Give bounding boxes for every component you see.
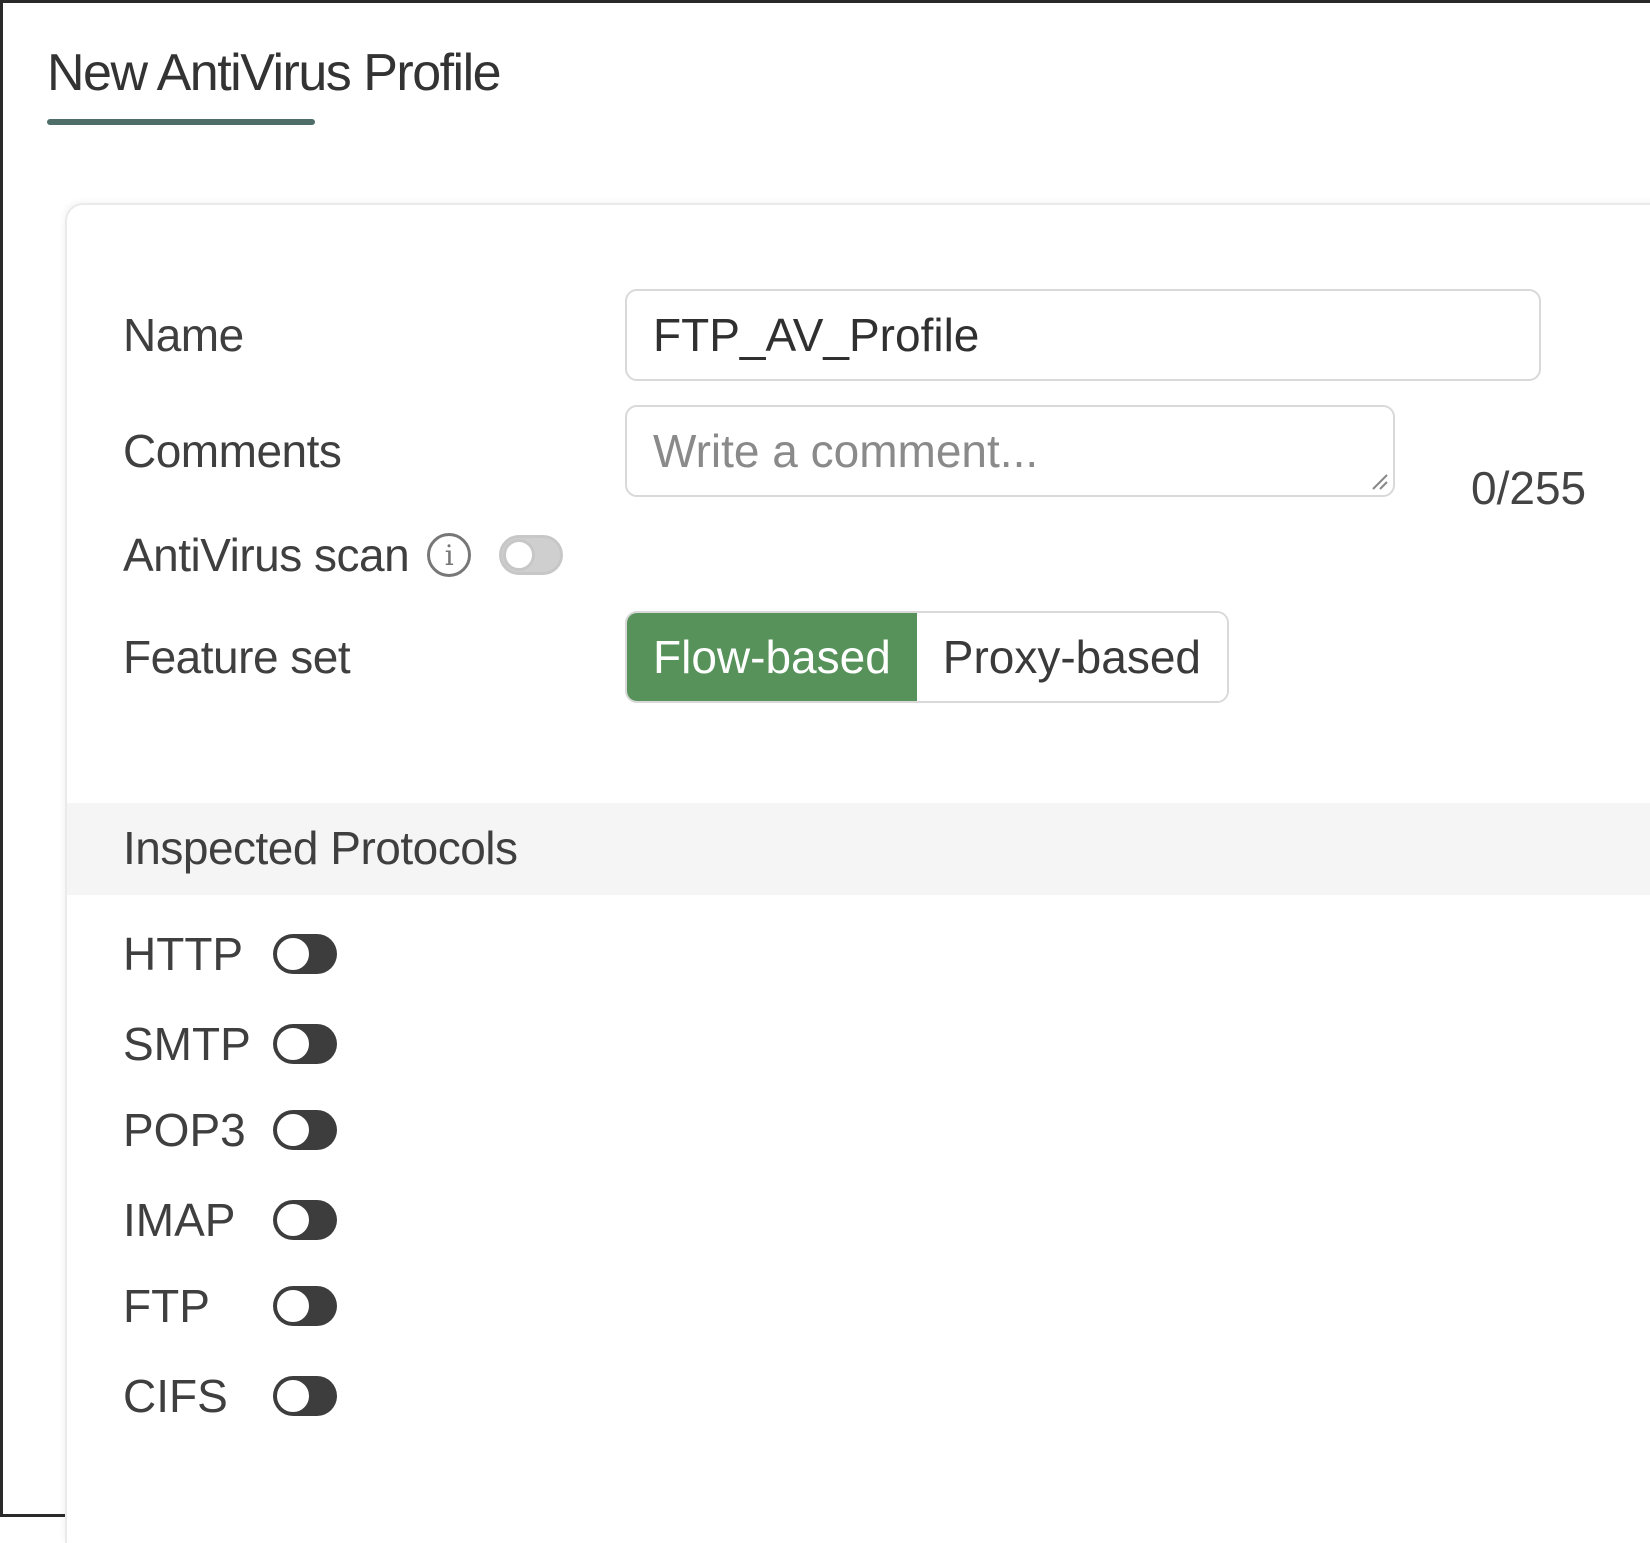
comments-textarea[interactable]: Write a comment...: [625, 405, 1395, 497]
av-scan-row: AntiVirus scan i: [123, 527, 564, 583]
inspected-protocols-title: Inspected Protocols: [123, 822, 518, 874]
comments-counter: 0/255: [1471, 462, 1587, 514]
ftp-toggle[interactable]: [273, 1286, 337, 1326]
feature-set-segmented-control: Flow-based Proxy-based: [625, 611, 1230, 703]
proxy-based-option[interactable]: Proxy-based: [916, 613, 1228, 701]
comments-field-col: Write a comment... 0/255: [625, 405, 1586, 514]
protocol-row-smtp: SMTP: [123, 1017, 337, 1071]
flow-based-option[interactable]: Flow-based: [627, 613, 917, 701]
protocol-row-imap: IMAP: [123, 1193, 337, 1247]
imap-toggle[interactable]: [273, 1200, 337, 1240]
protocol-label: POP3: [123, 1104, 246, 1156]
cifs-toggle[interactable]: [273, 1376, 337, 1416]
feature-set-label: Feature set: [123, 631, 351, 683]
resize-grip-icon[interactable]: [1367, 469, 1389, 491]
inspected-protocols-header: Inspected Protocols: [67, 803, 1650, 895]
name-input[interactable]: FTP_AV_Profile: [625, 289, 1541, 381]
protocol-row-cifs: CIFS: [123, 1369, 337, 1423]
http-toggle[interactable]: [273, 934, 337, 974]
name-label: Name: [123, 309, 244, 361]
comments-row: Comments: [123, 405, 342, 497]
av-scan-toggle[interactable]: [499, 535, 564, 575]
protocol-label: FTP: [123, 1280, 210, 1332]
name-row: Name: [123, 289, 244, 381]
title-underline: [47, 119, 315, 125]
smtp-toggle[interactable]: [273, 1024, 337, 1064]
toggle-knob: [274, 1201, 312, 1239]
form-panel: Name FTP_AV_Profile Comments Write a com…: [65, 203, 1650, 1543]
page-header: New AntiVirus Profile: [47, 41, 502, 131]
toggle-knob: [274, 1025, 312, 1063]
toggle-knob: [274, 1287, 312, 1325]
toggle-knob: [274, 1377, 312, 1415]
info-icon[interactable]: i: [427, 533, 472, 577]
feature-set-field-col: Flow-based Proxy-based: [625, 611, 1230, 703]
name-field-col: FTP_AV_Profile: [625, 289, 1541, 381]
av-scan-label: AntiVirus scan: [123, 529, 410, 581]
feature-set-row: Feature set: [123, 611, 351, 703]
protocol-row-pop3: POP3: [123, 1103, 337, 1157]
pop3-toggle[interactable]: [273, 1110, 337, 1150]
protocol-row-ftp: FTP: [123, 1279, 337, 1333]
protocol-label: CIFS: [123, 1370, 228, 1422]
dialog-frame: New AntiVirus Profile Name FTP_AV_Profil…: [0, 0, 1650, 1543]
page-title: New AntiVirus Profile: [47, 44, 502, 102]
toggle-knob: [274, 1111, 312, 1149]
protocol-label: IMAP: [123, 1194, 236, 1246]
protocol-label: SMTP: [123, 1018, 251, 1070]
protocol-row-http: HTTP: [123, 927, 337, 981]
comments-label: Comments: [123, 425, 342, 477]
toggle-knob: [503, 539, 536, 571]
toggle-knob: [274, 935, 312, 973]
protocol-label: HTTP: [123, 928, 244, 980]
